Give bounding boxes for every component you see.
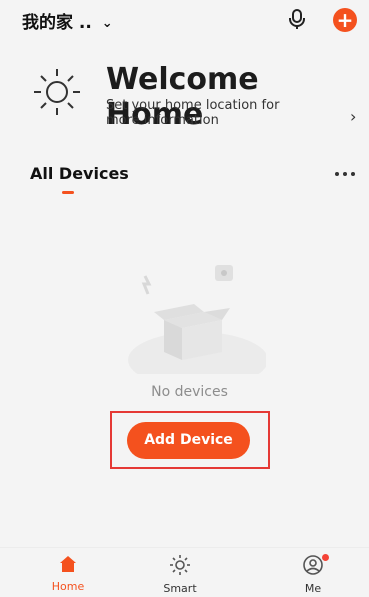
notification-dot <box>322 554 329 561</box>
microphone-icon[interactable] <box>286 8 308 32</box>
all-devices-tab[interactable]: All Devices <box>30 164 129 183</box>
plus-icon: + <box>336 8 354 32</box>
empty-box-icon <box>128 265 266 374</box>
nav-smart[interactable]: Smart <box>145 554 215 595</box>
nav-home-label: Home <box>51 580 85 593</box>
add-button[interactable]: + <box>333 8 357 32</box>
empty-state-text: No devices <box>151 384 228 400</box>
nav-smart-label: Smart <box>163 582 197 595</box>
bottom-nav: Home Smart Me <box>0 547 369 597</box>
chevron-down-icon: ⌄ <box>101 16 113 31</box>
sun-icon <box>34 69 80 115</box>
tab-indicator <box>62 191 74 194</box>
microphone-svg <box>289 9 305 29</box>
nav-me-label: Me <box>304 582 322 595</box>
chevron-right-icon[interactable]: › <box>350 107 356 126</box>
home-name: 我的家 .. <box>22 13 92 33</box>
highlight-box <box>110 411 270 469</box>
home-icon <box>60 556 76 572</box>
nav-home[interactable]: Home <box>33 554 103 593</box>
more-icon[interactable] <box>334 171 356 177</box>
top-bar: 我的家 .. ⌄ + <box>0 0 369 40</box>
home-selector[interactable]: 我的家 .. ⌄ <box>22 8 113 33</box>
welcome-card[interactable]: Welcome Home Set your home location for … <box>20 52 356 136</box>
nav-me[interactable]: Me <box>278 554 348 595</box>
profile-icon <box>303 555 323 575</box>
sun-icon <box>170 555 190 575</box>
welcome-description: Set your home location for more informat… <box>106 98 280 128</box>
